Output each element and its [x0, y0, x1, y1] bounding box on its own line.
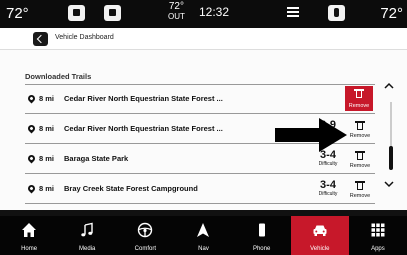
location-pin-icon: [26, 123, 37, 134]
music-note-icon: [81, 222, 93, 237]
profile-icon[interactable]: [104, 5, 121, 21]
nav-nav[interactable]: Nav: [174, 216, 232, 255]
remove-label: Remove: [348, 103, 370, 109]
nav-vehicle[interactable]: Vehicle: [290, 216, 349, 255]
trash-icon: [355, 151, 365, 160]
trash-icon: [355, 181, 365, 190]
nav-label: Home: [21, 246, 38, 252]
difficulty-label: Difficulty: [318, 161, 338, 167]
outside-temperature: 72° OUT: [168, 2, 185, 22]
page-header: Vehicle Dashboard: [0, 28, 407, 50]
nav-label: Comfort: [134, 246, 157, 252]
phone-icon: [258, 223, 265, 237]
trail-row[interactable]: 8 mi Bray Creek State Forest Campground …: [25, 175, 375, 204]
camera-icon[interactable]: [68, 5, 85, 21]
location-pin-icon: [26, 93, 37, 104]
trail-name: Cedar River North Equestrian State Fores…: [64, 94, 223, 103]
clock: 12:32: [199, 5, 230, 19]
bottom-nav: Home Media Comfort Nav Phone Vehicle App…: [0, 216, 407, 255]
difficulty-value: 3-4: [320, 179, 336, 191]
trash-icon: [355, 121, 365, 130]
steering-wheel-icon: [138, 222, 153, 238]
nav-label: Nav: [198, 246, 209, 252]
difficulty: 3-4 Difficulty: [315, 179, 341, 198]
nav-label: Phone: [252, 246, 271, 252]
scroll-up-icon[interactable]: [384, 82, 394, 90]
trail-name: Baraga State Park: [64, 154, 129, 163]
passenger-temperature[interactable]: 72°: [380, 5, 403, 22]
remove-button[interactable]: Remove: [347, 118, 373, 141]
trail-name: Cedar River North Equestrian State Fores…: [64, 124, 223, 133]
nav-comfort[interactable]: Comfort: [116, 216, 174, 255]
remove-button[interactable]: Remove: [345, 86, 373, 111]
outside-temperature-label: OUT: [168, 12, 185, 21]
menu-icon[interactable]: [287, 7, 299, 19]
remove-label: Remove: [349, 193, 371, 199]
breadcrumb: Vehicle Dashboard: [55, 34, 114, 41]
nav-phone[interactable]: Phone: [233, 216, 291, 255]
remove-button[interactable]: Remove: [347, 148, 373, 171]
back-button[interactable]: [33, 32, 48, 46]
trail-distance: 8 mi: [39, 184, 55, 193]
microphone-icon[interactable]: [328, 5, 345, 21]
nav-home[interactable]: Home: [0, 216, 58, 255]
scrollbar-thumb[interactable]: [389, 146, 393, 170]
car-icon: [313, 225, 327, 236]
scroll-down-icon[interactable]: [384, 180, 394, 188]
location-pin-icon: [26, 153, 37, 164]
remove-label: Remove: [349, 163, 371, 169]
trail-row[interactable]: 8 mi Cedar River North Equestrian State …: [25, 85, 375, 114]
location-pin-icon: [26, 183, 37, 194]
status-bar: 72° 72° OUT 12:32 72°: [0, 0, 407, 28]
arrow-pointer-icon: [275, 118, 347, 152]
main-panel: Vehicle Dashboard Downloaded Trails 8 mi…: [0, 28, 407, 210]
nav-label: Apps: [371, 246, 385, 252]
trail-distance: 8 mi: [39, 124, 55, 133]
remove-button[interactable]: Remove: [347, 178, 373, 201]
nav-label: Media: [79, 246, 96, 252]
trail-name: Bray Creek State Forest Campground: [64, 184, 198, 193]
apps-grid-icon: [371, 223, 385, 237]
trail-distance: 8 mi: [39, 94, 55, 103]
nav-apps[interactable]: Apps: [349, 216, 407, 255]
trail-distance: 8 mi: [39, 154, 55, 163]
nav-label: Vehicle: [310, 246, 330, 252]
outside-temperature-value: 72°: [168, 1, 184, 12]
difficulty-label: Difficulty: [318, 191, 338, 197]
remove-label: Remove: [349, 133, 371, 139]
home-icon: [22, 223, 37, 237]
section-title: Downloaded Trails: [25, 72, 92, 81]
navigation-arrow-icon: [197, 223, 210, 237]
nav-media[interactable]: Media: [58, 216, 116, 255]
trash-icon: [354, 89, 364, 98]
driver-temperature[interactable]: 72°: [6, 5, 29, 22]
